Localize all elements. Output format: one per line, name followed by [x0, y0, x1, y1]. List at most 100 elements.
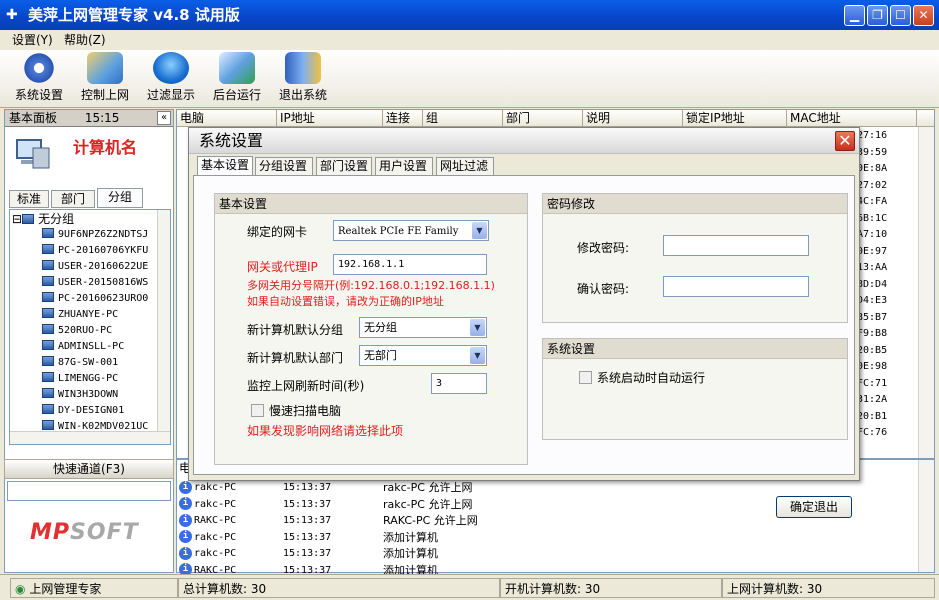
- tab-group[interactable]: 分组: [97, 188, 143, 208]
- gateway-input[interactable]: 192.168.1.1: [333, 254, 487, 275]
- info-icon: i: [179, 546, 192, 560]
- log-row[interactable]: i rakc-PC 15:13:37 添加计算机: [179, 529, 919, 546]
- mac-cell: 39:59: [857, 146, 888, 158]
- mac-cell: D4:E3: [857, 295, 888, 306]
- tab-url-filter[interactable]: 网址过滤: [436, 157, 494, 175]
- control-internet-button[interactable]: 控制上网: [72, 52, 138, 103]
- mac-cell: 85:B7: [857, 311, 888, 323]
- tree-item[interactable]: 87G-SW-001: [42, 355, 118, 371]
- tab-user-settings[interactable]: 用户设置: [375, 157, 433, 175]
- grid-vertical-scrollbar[interactable]: [918, 127, 934, 458]
- tree-item[interactable]: 520RUO-PC: [42, 323, 112, 339]
- left-panel: 基本面板 15:15 « 计算机名 标准 部门 分组 ⊟ 无分组 9UF6NPZ6…: [4, 109, 174, 573]
- password-group: 密码修改 修改密码: 确认密码:: [542, 193, 848, 323]
- expand-icon[interactable]: ⊟: [12, 212, 22, 226]
- tab-group-settings[interactable]: 分组设置: [255, 157, 313, 175]
- col-group[interactable]: 组: [423, 110, 503, 127]
- confirm-password-input[interactable]: [663, 276, 809, 297]
- refresh-input[interactable]: 3: [431, 373, 487, 394]
- dialog-title-bar[interactable]: 系统设置 ✕: [189, 128, 859, 154]
- mac-cell: 6B:1C: [857, 212, 888, 224]
- col-mac[interactable]: MAC地址: [787, 110, 917, 127]
- app-icon: ✚: [6, 7, 18, 23]
- computer-icon: [42, 276, 54, 286]
- mac-cell: 4C:FA: [857, 196, 888, 207]
- computer-icon: [42, 372, 54, 382]
- gateway-hint-1: 多网关用分号隔开(例:192.168.0.1;192.168.1.1): [247, 279, 495, 292]
- tree-vertical-scrollbar[interactable]: [157, 210, 170, 444]
- col-connect[interactable]: 连接: [383, 110, 423, 127]
- col-locked-ip[interactable]: 锁定IP地址: [683, 110, 787, 127]
- tree-item[interactable]: LIMENGG-PC: [42, 371, 118, 387]
- maximize-button[interactable]: ☐: [890, 5, 911, 26]
- exit-system-button[interactable]: 退出系统: [270, 52, 336, 103]
- modify-password-input[interactable]: [663, 235, 809, 256]
- status-internet: 上网计算机数: 30: [722, 578, 935, 598]
- tree-root[interactable]: ⊟ 无分组: [12, 211, 74, 227]
- tree-item[interactable]: USER-20160622UE: [42, 259, 148, 275]
- col-note[interactable]: 说明: [583, 110, 683, 127]
- tree-horizontal-scrollbar[interactable]: [10, 431, 170, 444]
- menu-settings[interactable]: 设置(Y): [8, 30, 57, 50]
- system-title: 系统设置: [543, 339, 847, 359]
- tab-department[interactable]: 部门: [51, 190, 95, 208]
- menu-help[interactable]: 帮助(Z): [60, 30, 110, 50]
- tree-item[interactable]: ADMINSLL-PC: [42, 339, 124, 355]
- mac-cell: 31:2A: [857, 394, 888, 405]
- tab-standard[interactable]: 标准: [9, 190, 49, 208]
- computer-icon: [42, 292, 54, 302]
- autostart-checkbox[interactable]: [579, 371, 592, 384]
- tree-item[interactable]: USER-20150816WS: [42, 275, 148, 291]
- confirm-exit-button[interactable]: 确定退出: [776, 496, 852, 518]
- restore-button[interactable]: ❐: [867, 5, 888, 26]
- tab-dept-settings[interactable]: 部门设置: [316, 157, 372, 175]
- mac-cell: FC:76: [857, 427, 888, 438]
- col-computer[interactable]: 电脑: [177, 110, 277, 127]
- title-bar[interactable]: 美萍上网管理专家 v4.8 试用版: [0, 0, 939, 30]
- tree-item[interactable]: WIN3H3DOWN: [42, 387, 118, 403]
- slow-scan-checkbox[interactable]: [251, 404, 264, 417]
- tree-item[interactable]: ZHUANYE-PC: [42, 307, 118, 323]
- info-icon: i: [179, 480, 192, 494]
- default-dept-select[interactable]: 无部门 ▼: [359, 345, 487, 366]
- mac-cell: 20:B1: [857, 410, 888, 422]
- background-run-icon: [219, 52, 255, 84]
- col-ip[interactable]: IP地址: [277, 110, 383, 127]
- default-group-select[interactable]: 无分组 ▼: [359, 317, 487, 338]
- tab-basic-settings[interactable]: 基本设置: [197, 156, 253, 176]
- computer-icon: [42, 404, 54, 414]
- tree-item[interactable]: PC-20160623URO0: [42, 291, 148, 307]
- filter-display-button[interactable]: 过滤显示: [138, 52, 204, 103]
- chevron-down-icon: ▼: [470, 319, 485, 336]
- dialog-close-button[interactable]: ✕: [835, 131, 855, 151]
- tree-item[interactable]: DY-DESIGN01: [42, 403, 124, 419]
- col-dept[interactable]: 部门: [503, 110, 583, 127]
- basic-settings-group: 基本设置 绑定的网卡 Realtek PCIe FE Family ▼ 网关或代…: [214, 193, 528, 465]
- computer-icon: [42, 308, 54, 318]
- chevron-down-icon: ▼: [470, 347, 485, 364]
- mac-cell: FC:71: [857, 377, 888, 389]
- gear-icon: [21, 52, 57, 84]
- log-vertical-scrollbar[interactable]: [918, 460, 934, 572]
- collapse-panel-button[interactable]: «: [157, 111, 171, 125]
- default-dept-label: 新计算机默认部门: [247, 351, 344, 365]
- computer-icon: [15, 138, 51, 170]
- gateway-hint-2: 如果自动设置错误，请改为正确的IP地址: [247, 295, 444, 308]
- mac-cell: 0E:8A: [857, 163, 888, 174]
- minimize-button[interactable]: ▁: [844, 5, 865, 26]
- status-app: ◉ 上网管理专家: [10, 578, 178, 598]
- tree-item[interactable]: 9UF6NPZ6Z2NDTSJ: [42, 227, 148, 243]
- close-window-button[interactable]: ✕: [913, 5, 934, 26]
- computer-tree[interactable]: ⊟ 无分组 9UF6NPZ6Z2NDTSJ PC-20160706YKFU USER-…: [9, 209, 171, 445]
- quick-channel-input[interactable]: [7, 481, 171, 501]
- log-row[interactable]: i rakc-PC 15:13:37 添加计算机: [179, 545, 919, 562]
- mpsoft-logo: MPSOFT: [30, 520, 139, 545]
- gateway-label: 网关或代理IP: [247, 260, 318, 274]
- refresh-label: 监控上网刷新时间(秒): [247, 379, 365, 393]
- background-run-button[interactable]: 后台运行: [204, 52, 270, 103]
- tree-item[interactable]: PC-20160706YKFU: [42, 243, 148, 259]
- nic-label: 绑定的网卡: [247, 225, 308, 239]
- nic-select[interactable]: Realtek PCIe FE Family ▼: [333, 220, 489, 241]
- log-row[interactable]: i rakc-PC 15:13:37 rakc-PC 允许上网: [179, 479, 919, 496]
- system-settings-button[interactable]: 系统设置: [6, 52, 72, 103]
